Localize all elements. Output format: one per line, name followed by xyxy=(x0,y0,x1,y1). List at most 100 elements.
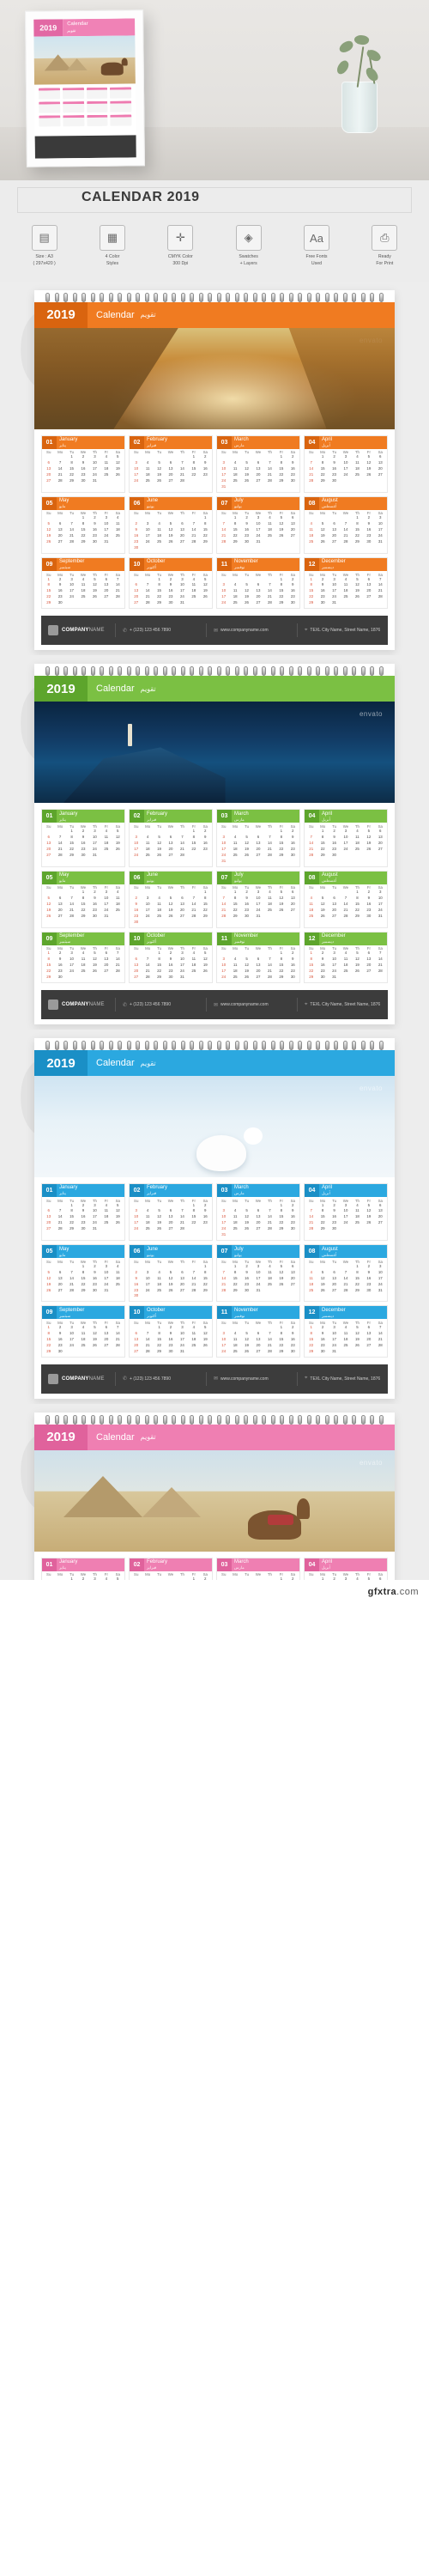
day-cell[interactable]: 6 xyxy=(252,957,263,963)
day-cell[interactable]: 14 xyxy=(54,841,65,847)
day-cell[interactable]: 10 xyxy=(218,963,229,969)
day-cell[interactable]: 14 xyxy=(305,841,317,847)
day-cell[interactable]: 12 xyxy=(275,521,287,527)
day-cell[interactable]: 18 xyxy=(229,847,240,853)
day-cell[interactable]: 9 xyxy=(287,460,299,466)
day-cell[interactable]: 2 xyxy=(200,454,211,460)
day-cell[interactable]: 20 xyxy=(165,847,176,853)
day-cell[interactable]: 21 xyxy=(218,908,229,914)
day-cell[interactable]: 2 xyxy=(77,1577,88,1580)
day-cell[interactable]: 21 xyxy=(305,472,317,478)
day-cell[interactable]: 30 xyxy=(287,975,299,981)
day-cell[interactable]: 13 xyxy=(375,460,386,466)
day-cell[interactable]: 8 xyxy=(66,1208,77,1214)
day-cell[interactable]: 16 xyxy=(241,1276,252,1282)
day-cell[interactable]: 20 xyxy=(43,847,54,853)
day-cell[interactable]: 24 xyxy=(252,1282,263,1288)
day-cell[interactable]: 13 xyxy=(252,841,263,847)
day-cell[interactable]: 17 xyxy=(66,1337,77,1343)
day-cell[interactable]: 2 xyxy=(363,515,374,521)
day-cell[interactable]: 3 xyxy=(329,577,340,583)
day-cell[interactable]: 23 xyxy=(363,533,374,539)
day-cell[interactable]: 13 xyxy=(363,957,374,963)
day-cell[interactable]: 22 xyxy=(77,908,88,914)
day-cell[interactable]: 12 xyxy=(363,835,374,841)
day-cell[interactable]: 26 xyxy=(165,1288,176,1294)
day-cell[interactable]: 6 xyxy=(130,957,142,963)
day-cell[interactable]: 18 xyxy=(112,527,124,533)
day-cell[interactable]: 9 xyxy=(329,835,340,841)
day-cell[interactable]: 15 xyxy=(43,963,54,969)
day-cell[interactable]: 7 xyxy=(305,1208,317,1214)
day-cell[interactable]: 14 xyxy=(66,1276,77,1282)
day-cell[interactable]: 9 xyxy=(287,582,299,588)
day-cell[interactable]: 15 xyxy=(229,902,240,908)
day-cell[interactable]: 4 xyxy=(229,460,240,466)
day-cell[interactable]: 21 xyxy=(177,472,188,478)
day-cell[interactable]: 22 xyxy=(43,594,54,600)
day-cell[interactable]: 27 xyxy=(43,853,54,859)
day-cell[interactable]: 7 xyxy=(112,951,124,957)
day-cell[interactable]: 25 xyxy=(112,1282,124,1288)
day-cell[interactable]: 25 xyxy=(188,594,199,600)
day-cell[interactable]: 30 xyxy=(130,920,142,926)
day-cell[interactable]: 15 xyxy=(154,963,165,969)
day-cell[interactable]: 17 xyxy=(130,847,142,853)
day-cell[interactable]: 21 xyxy=(54,847,65,853)
day-cell[interactable]: 14 xyxy=(264,841,275,847)
day-cell[interactable]: 17 xyxy=(142,1282,153,1288)
day-cell[interactable]: 20 xyxy=(287,902,299,908)
day-cell[interactable]: 25 xyxy=(154,1288,165,1294)
day-cell[interactable]: 14 xyxy=(142,1337,153,1343)
day-cell[interactable]: 26 xyxy=(200,1343,211,1349)
day-cell[interactable]: 5 xyxy=(165,896,176,902)
day-cell[interactable]: 11 xyxy=(229,841,240,847)
day-cell[interactable]: 23 xyxy=(317,594,328,600)
day-cell[interactable]: 15 xyxy=(275,466,287,472)
day-cell[interactable]: 11 xyxy=(352,835,363,841)
day-cell[interactable]: 10 xyxy=(142,902,153,908)
day-cell[interactable]: 28 xyxy=(177,478,188,484)
day-cell[interactable]: 29 xyxy=(77,914,88,920)
day-cell[interactable]: 16 xyxy=(165,1337,176,1343)
day-cell[interactable]: 6 xyxy=(54,896,65,902)
day-cell[interactable]: 1 xyxy=(275,1577,287,1580)
day-cell[interactable]: 17 xyxy=(375,1276,386,1282)
day-cell[interactable]: 20 xyxy=(100,588,112,594)
day-cell[interactable]: 9 xyxy=(165,957,176,963)
day-cell[interactable]: 30 xyxy=(165,975,176,981)
day-cell[interactable]: 8 xyxy=(66,835,77,841)
day-cell[interactable]: 24 xyxy=(218,975,229,981)
day-cell[interactable]: 2 xyxy=(287,577,299,583)
day-cell[interactable]: 27 xyxy=(177,539,188,545)
day-cell[interactable]: 20 xyxy=(54,1282,65,1288)
day-cell[interactable]: 26 xyxy=(154,853,165,859)
day-cell[interactable]: 19 xyxy=(112,841,124,847)
day-cell[interactable]: 24 xyxy=(340,847,351,853)
day-cell[interactable]: 24 xyxy=(252,533,263,539)
day-cell[interactable]: 17 xyxy=(218,969,229,975)
day-cell[interactable]: 5 xyxy=(200,577,211,583)
day-cell[interactable]: 13 xyxy=(177,902,188,908)
day-cell[interactable]: 7 xyxy=(264,582,275,588)
day-cell[interactable]: 19 xyxy=(241,969,252,975)
day-cell[interactable]: 5 xyxy=(154,460,165,466)
day-cell[interactable]: 1 xyxy=(154,577,165,583)
day-cell[interactable]: 1 xyxy=(229,515,240,521)
day-cell[interactable]: 10 xyxy=(66,957,77,963)
day-cell[interactable]: 23 xyxy=(54,594,65,600)
day-cell[interactable]: 23 xyxy=(200,847,211,853)
day-cell[interactable]: 25 xyxy=(264,908,275,914)
day-cell[interactable]: 3 xyxy=(375,515,386,521)
day-cell[interactable]: 7 xyxy=(188,521,199,527)
day-cell[interactable]: 5 xyxy=(317,896,328,902)
day-cell[interactable]: 19 xyxy=(154,847,165,853)
day-cell[interactable]: 26 xyxy=(165,539,176,545)
day-cell[interactable]: 30 xyxy=(363,1288,374,1294)
day-cell[interactable]: 3 xyxy=(329,951,340,957)
day-cell[interactable]: 14 xyxy=(112,582,124,588)
day-cell[interactable]: 1 xyxy=(66,1577,77,1580)
day-cell[interactable]: 10 xyxy=(340,1208,351,1214)
day-cell[interactable]: 8 xyxy=(77,1270,88,1276)
day-cell[interactable]: 6 xyxy=(375,1577,386,1580)
